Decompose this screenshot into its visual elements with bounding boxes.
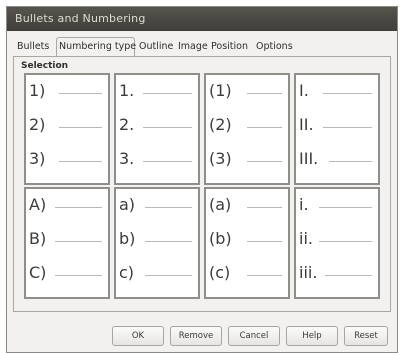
preset-number: (b) [209, 229, 232, 248]
preset-cell[interactable]: (1) (2) (3) [204, 73, 290, 185]
preset-number: I. [299, 81, 309, 100]
help-button[interactable]: Help [286, 326, 338, 346]
preset-number: ii. [299, 229, 313, 248]
preset-cell[interactable]: (a) (b) (c) [204, 187, 290, 299]
preset-number: 2) [29, 115, 46, 134]
preset-number: i. [299, 195, 309, 214]
preset-number: III. [299, 149, 319, 168]
ok-button[interactable]: OK [112, 326, 164, 346]
cancel-button[interactable]: Cancel [228, 326, 280, 346]
preset-number: 1. [119, 81, 135, 100]
preset-number: 3) [29, 149, 46, 168]
preset-number: iii. [299, 263, 318, 282]
preset-number: II. [299, 115, 314, 134]
preset-cell[interactable]: A) B) C) [24, 187, 110, 299]
preset-number: A) [29, 195, 47, 214]
preset-cell[interactable]: 1) 2) 3) [24, 73, 110, 185]
reset-button[interactable]: Reset [344, 326, 388, 346]
preset-number: 3. [119, 149, 135, 168]
preset-cell[interactable]: I. II. III. [294, 73, 380, 185]
preset-number: (3) [209, 149, 232, 168]
button-bar: OK Remove Cancel Help Reset [98, 326, 388, 348]
preset-number: (2) [209, 115, 232, 134]
preset-number: a) [119, 195, 136, 214]
preset-cell[interactable]: a) b) c) [114, 187, 200, 299]
remove-button[interactable]: Remove [170, 326, 222, 346]
preset-number: 1) [29, 81, 46, 100]
preset-number: (c) [209, 263, 231, 282]
numbering-preset-grid: 1) 2) 3) 1. 2. 3. (1) (2) (3) I. II. III… [20, 23, 384, 301]
preset-number: C) [29, 263, 47, 282]
preset-cell[interactable]: 1. 2. 3. [114, 73, 200, 185]
preset-number: c) [119, 263, 135, 282]
preset-number: (a) [209, 195, 232, 214]
preset-number: 2. [119, 115, 135, 134]
preset-cell[interactable]: i. ii. iii. [294, 187, 380, 299]
preset-number: b) [119, 229, 136, 248]
preset-number: B) [29, 229, 47, 248]
preset-number: (1) [209, 81, 232, 100]
